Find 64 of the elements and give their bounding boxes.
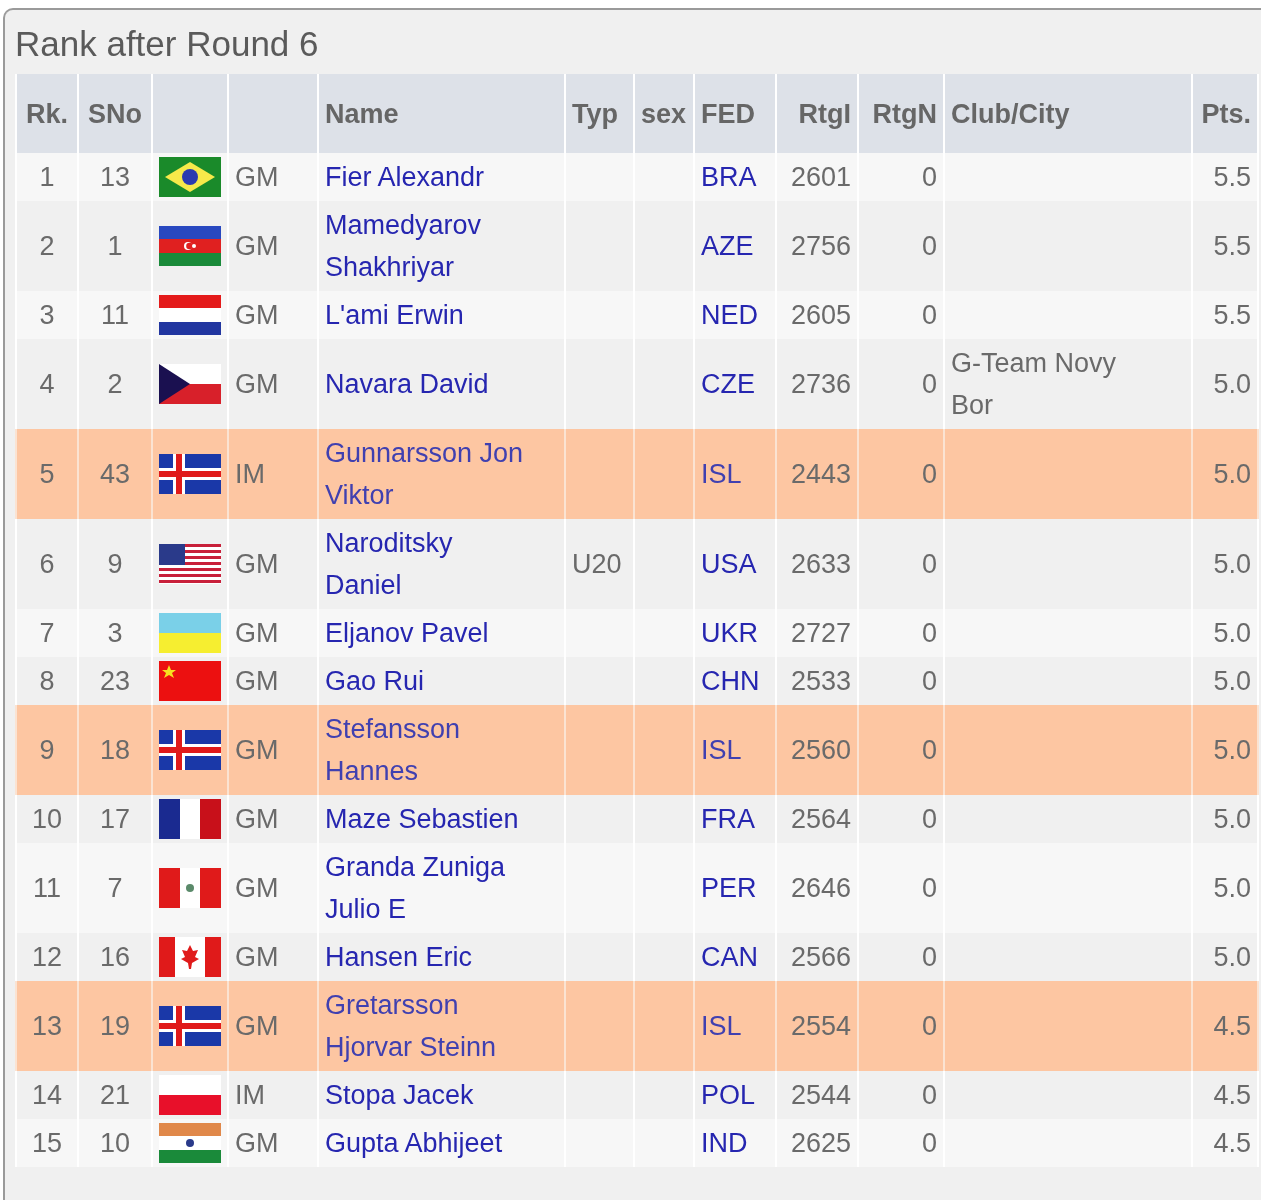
column-header: SNo — [78, 74, 152, 153]
flag-icon — [159, 730, 221, 770]
federation-link[interactable]: BRA — [701, 162, 757, 192]
federation-link[interactable]: CHN — [701, 666, 760, 696]
player-name-link[interactable]: Fier Alexandr — [325, 156, 531, 198]
panel-title: Rank after Round 6 — [15, 23, 320, 65]
flag-icon — [159, 454, 221, 494]
flag-icon — [159, 799, 221, 839]
rank-cell: 15 — [16, 1119, 78, 1167]
federation-link[interactable]: UKR — [701, 618, 758, 648]
player-name-link[interactable]: Stefansson Hannes — [325, 708, 531, 792]
flag-icon — [159, 157, 221, 197]
column-header: RtgN — [858, 74, 944, 153]
player-name-link[interactable]: Naroditsky Daniel — [325, 522, 531, 606]
flag-icon — [159, 544, 221, 584]
federation-link[interactable]: ISL — [701, 1011, 742, 1041]
column-header: Rk. — [16, 74, 78, 153]
club-cell-text: G-Team Novy Bor — [951, 347, 1118, 422]
federation-link[interactable]: FRA — [701, 804, 755, 834]
flag-icon — [159, 868, 221, 908]
player-name-link[interactable]: Gupta Abhijeet — [325, 1122, 531, 1164]
federation-link[interactable]: POL — [701, 1080, 756, 1110]
player-name-link[interactable]: Eljanov Pavel — [325, 612, 531, 654]
flag-icon — [159, 1075, 221, 1115]
player-name-link[interactable]: L'ami Erwin — [325, 294, 531, 336]
column-header: FED — [694, 74, 776, 153]
federation-link[interactable]: CZE — [701, 369, 755, 399]
player-name-link[interactable]: Stopa Jacek — [325, 1074, 531, 1116]
column-header: Pts. — [1192, 74, 1258, 153]
column-header: sex — [634, 74, 694, 153]
flag-icon — [159, 661, 221, 701]
player-name-link[interactable]: Mamedyarov Shakhriyar — [325, 204, 531, 288]
player-name-link[interactable]: Gao Rui — [325, 660, 531, 702]
start-number-cell: 10 — [78, 1119, 152, 1167]
federation-link[interactable]: IND — [701, 1128, 748, 1158]
rating-cell: 2625 — [776, 1119, 858, 1167]
column-header: RtgI — [776, 74, 858, 153]
federation-link[interactable]: PER — [701, 873, 757, 903]
title-cell: GM — [228, 1119, 318, 1167]
federation-link[interactable]: NED — [701, 300, 758, 330]
player-name-link[interactable]: Maze Sebastien — [325, 798, 531, 840]
column-header: Club/City — [944, 74, 1192, 153]
points-cell: 4.5 — [1192, 1119, 1258, 1167]
column-header: Name — [318, 74, 565, 153]
flag-icon — [159, 613, 221, 653]
player-name-link[interactable]: Granda Zuniga Julio E — [325, 846, 531, 930]
federation-link[interactable]: CAN — [701, 942, 758, 972]
player-name-link[interactable]: Gunnarsson Jon Viktor — [325, 432, 531, 516]
player-name-link[interactable]: Gretarsson Hjorvar Steinn — [325, 984, 531, 1068]
federation-link[interactable]: ISL — [701, 459, 742, 489]
flag-icon — [159, 937, 221, 977]
player-name-link[interactable]: Navara David — [325, 363, 531, 405]
player-name-link[interactable]: Hansen Eric — [325, 936, 531, 978]
flag-icon — [159, 226, 221, 266]
federation-link[interactable]: AZE — [701, 231, 754, 261]
type-cell: U20 — [572, 549, 622, 579]
flag-icon — [159, 364, 221, 404]
column-header: Typ — [565, 74, 634, 153]
federation-link[interactable]: USA — [701, 549, 757, 579]
flag-icon — [159, 1123, 221, 1163]
flag-icon — [159, 295, 221, 335]
national-rating-cell: 0 — [858, 1119, 944, 1167]
flag-icon — [159, 1006, 221, 1046]
federation-link[interactable]: ISL — [701, 735, 742, 765]
